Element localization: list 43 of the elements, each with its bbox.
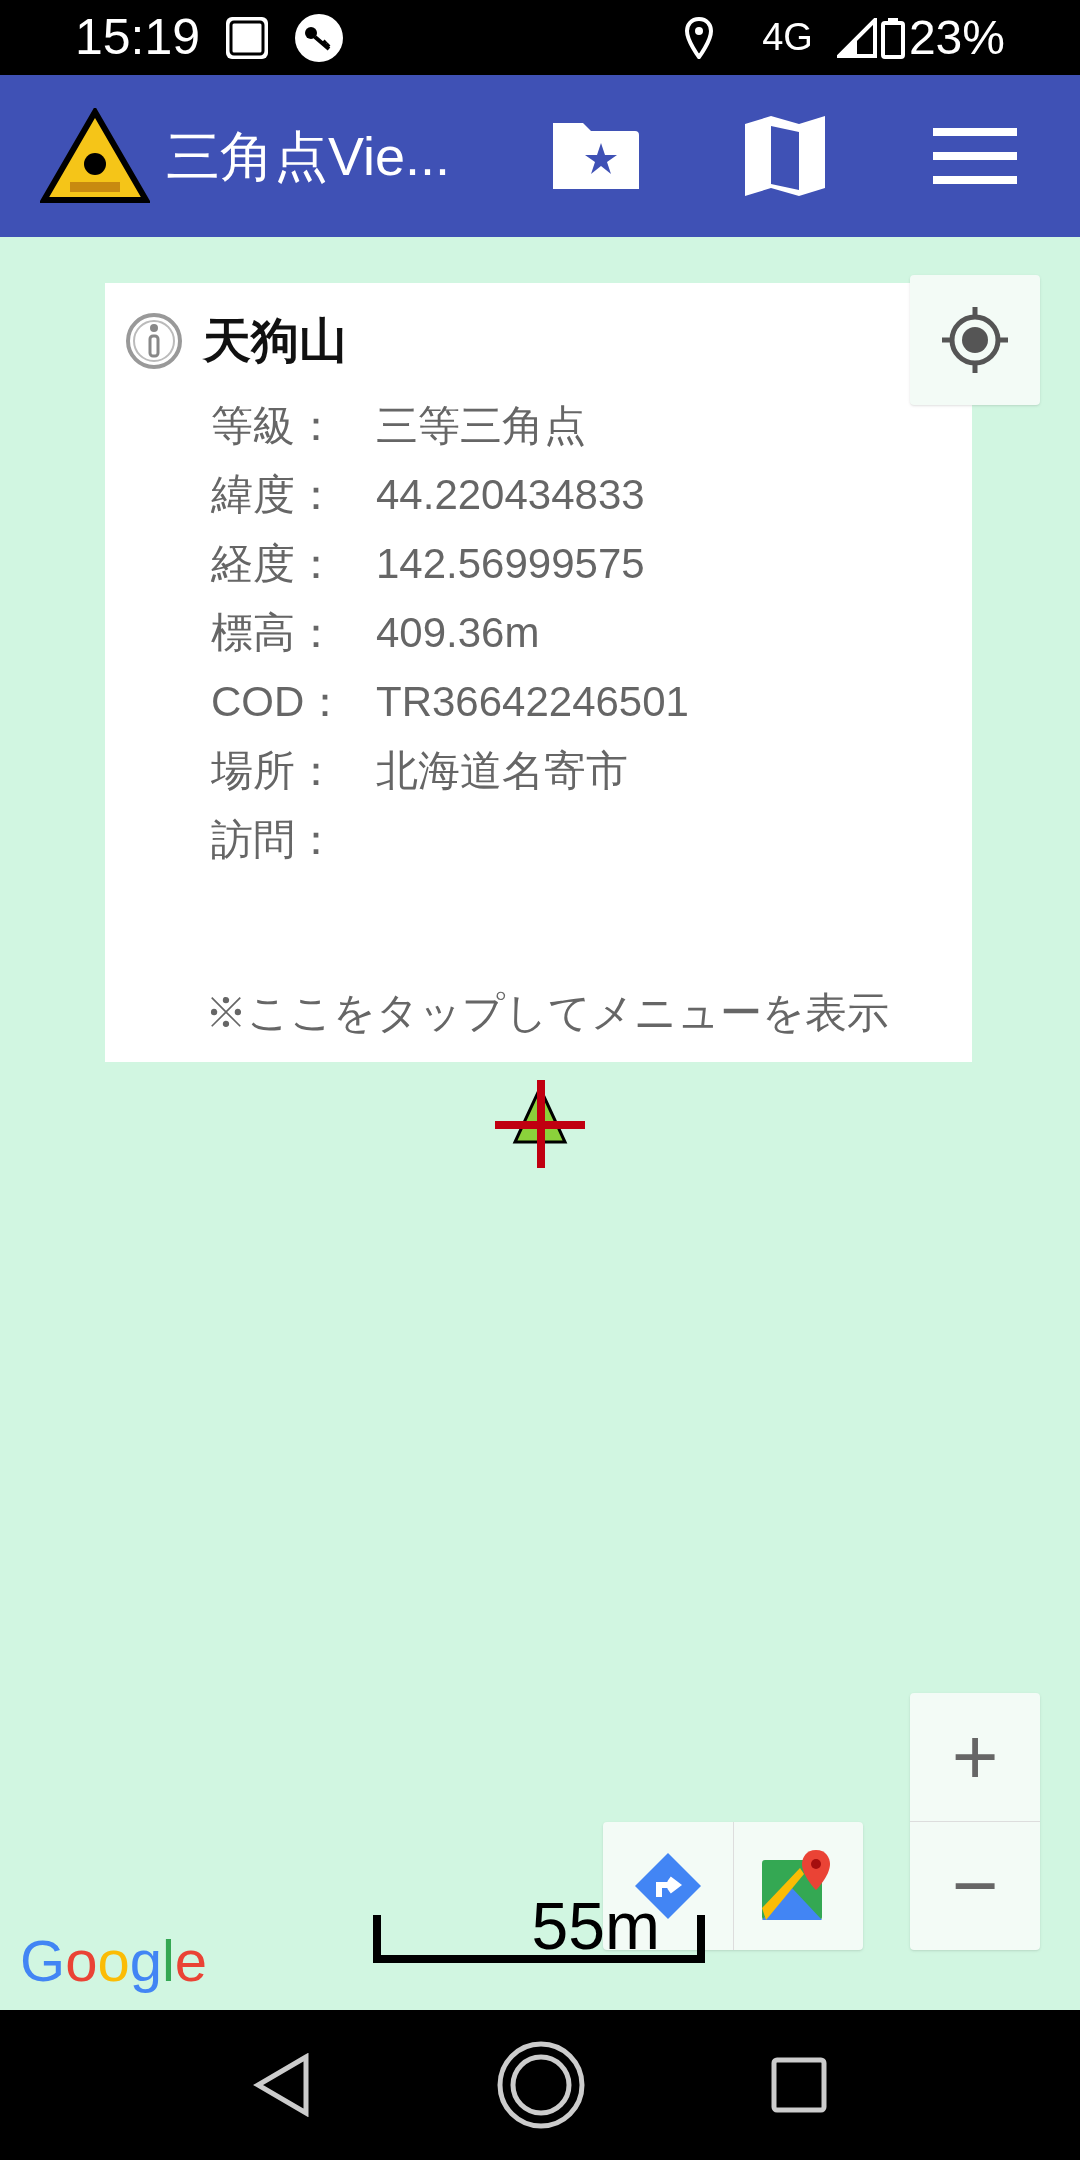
map-icon — [743, 114, 827, 198]
field-value: 142.56999575 — [376, 539, 645, 589]
location-icon — [684, 16, 715, 59]
recents-button[interactable] — [770, 2056, 828, 2114]
battery-icon — [880, 16, 905, 59]
network-type: 4G — [762, 15, 813, 60]
zoom-in-button[interactable]: + — [910, 1693, 1040, 1822]
field-value: 北海道名寄市 — [376, 746, 628, 796]
app-badge-icon — [224, 14, 271, 61]
recents-icon — [770, 2056, 828, 2114]
back-icon — [252, 2053, 312, 2117]
info-icon — [125, 312, 183, 370]
home-icon — [496, 2040, 586, 2130]
key-icon — [294, 12, 345, 63]
triangulation-marker-icon — [495, 1080, 585, 1170]
crosshair-icon — [940, 305, 1010, 375]
field-value: 409.36m — [376, 608, 540, 658]
menu-icon — [933, 126, 1017, 186]
point-name: 天狗山 — [203, 313, 347, 369]
field-label: 訪問： — [211, 815, 338, 865]
battery-level: 23% — [908, 9, 1005, 66]
tap-hint: ※ここをタップしてメニューを表示 — [205, 988, 889, 1038]
signal-icon — [836, 17, 877, 58]
home-button[interactable] — [496, 2040, 586, 2130]
my-location-button[interactable] — [910, 275, 1040, 405]
field-value: 44.220434833 — [376, 470, 645, 520]
field-label: 等級： — [211, 401, 338, 451]
zoom-out-button[interactable]: − — [910, 1822, 1040, 1950]
triangle-logo-icon — [40, 108, 150, 204]
field-label: 標高： — [211, 608, 338, 658]
field-label: 場所： — [211, 746, 338, 796]
app-title: 三角点Vie... — [166, 124, 451, 188]
field-label: COD： — [211, 677, 348, 727]
scale-label: 55m — [531, 1893, 660, 1959]
map-view[interactable]: 天狗山 等級： 三等三角点 緯度： 44.220434833 経度： 142.56999575 標高： 409.36m COD： TR36642246501 場所： 北海道名寄市 訪問： ※ここをタップしてメニューを表示 + − Google 55m — [0, 237, 1080, 2010]
info-card[interactable]: 天狗山 等級： 三等三角点 緯度： 44.220434833 経度： 142.56999575 標高： 409.36m COD： TR36642246501 場所： 北海道名寄市 訪問： ※ここをタップしてメニューを表示 — [105, 283, 972, 1062]
back-button[interactable] — [252, 2053, 312, 2117]
field-value: TR36642246501 — [376, 677, 689, 727]
status-time: 15:19 — [75, 8, 201, 67]
field-label: 経度： — [211, 539, 338, 589]
field-label: 緯度： — [211, 470, 338, 520]
google-logo: Google — [20, 1927, 208, 1995]
field-value: 三等三角点 — [376, 401, 586, 451]
